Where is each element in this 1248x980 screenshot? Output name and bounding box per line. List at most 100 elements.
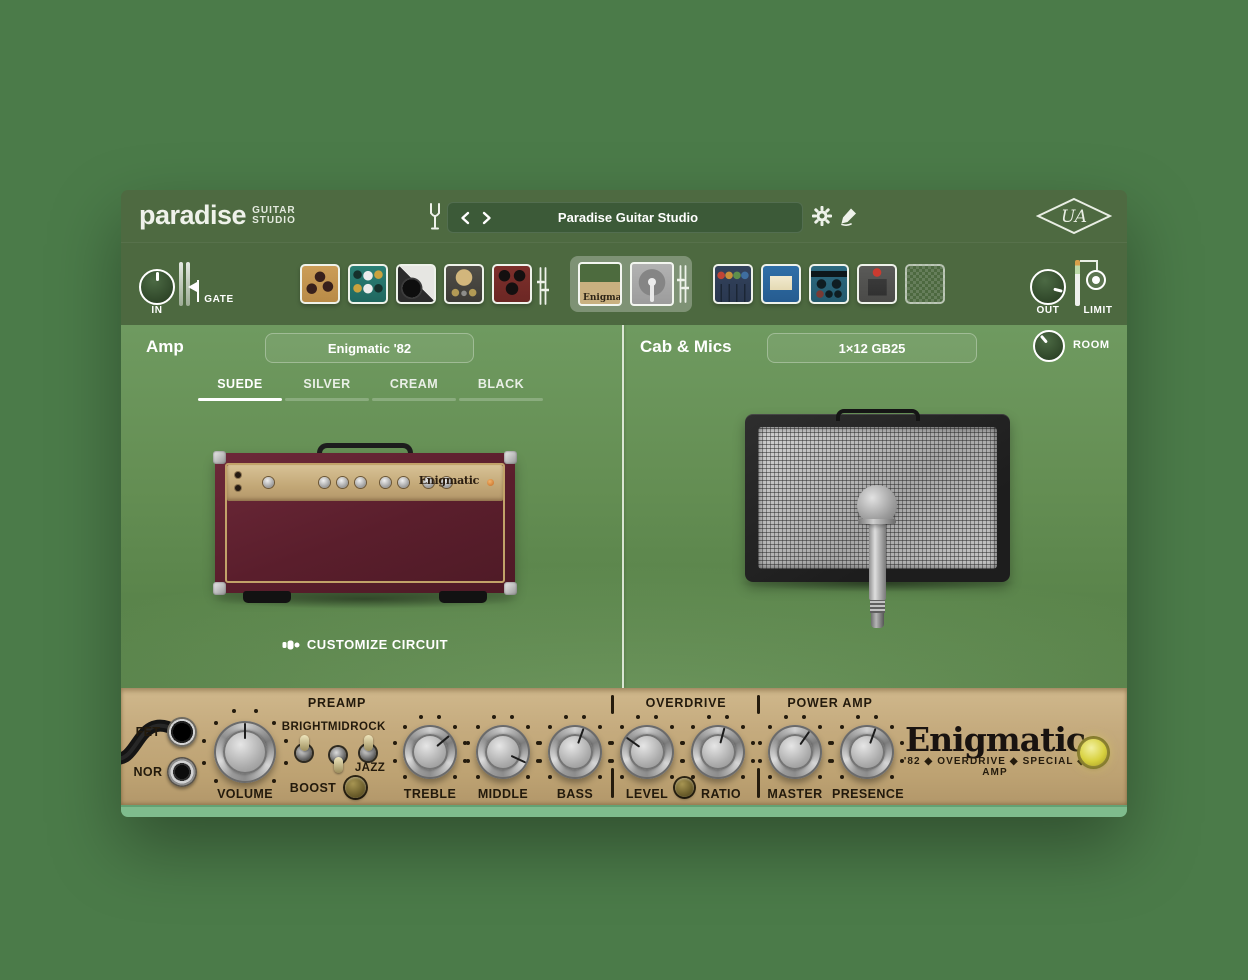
- cab-section-title: Cab & Mics: [640, 337, 732, 357]
- settings-gear-icon[interactable]: [811, 205, 833, 227]
- rack-slot-delay-icon[interactable]: [809, 264, 849, 304]
- preset-next-button[interactable]: [476, 203, 498, 232]
- knob-scale-dots: [501, 750, 505, 754]
- preset-prev-button[interactable]: [454, 203, 476, 232]
- input-meter-left: [179, 262, 183, 306]
- limit-label: LIMIT: [1076, 305, 1120, 316]
- cab-mic-slot-icon[interactable]: [630, 262, 674, 306]
- middle-label: MIDDLE: [463, 787, 543, 801]
- bass-label: BASS: [535, 787, 615, 801]
- amp-foot: [439, 591, 487, 603]
- rock-label: ROCK: [345, 721, 391, 733]
- amp-foot: [243, 591, 291, 603]
- ua-logo: UA: [1036, 197, 1112, 235]
- fet-input-jack[interactable]: [167, 717, 197, 747]
- limit-connector-line: [1080, 260, 1098, 270]
- tab-black[interactable]: BLACK: [459, 377, 543, 391]
- amp-graphic-knob: [398, 477, 409, 488]
- cab-model-dropdown[interactable]: 1×12 GB25: [767, 333, 977, 363]
- signal-chain-strip: IN GATE Enigmatic: [121, 242, 1127, 325]
- section-divider-bar: [757, 695, 760, 714]
- limit-button[interactable]: [1086, 270, 1106, 290]
- bright-switch[interactable]: [293, 734, 315, 772]
- amp-block-selected[interactable]: Enigmatic: [570, 256, 692, 312]
- amp-head-graphic[interactable]: Enigmatic: [215, 443, 515, 607]
- rack-slot-reverb-icon[interactable]: [857, 264, 897, 304]
- bottom-shelf: [121, 805, 1127, 817]
- preset-name: Paradise Guitar Studio: [498, 210, 802, 225]
- amp-graphic-jack: [235, 472, 241, 478]
- volume-label: VOLUME: [205, 787, 285, 801]
- rack-slot-eq-icon[interactable]: [713, 264, 753, 304]
- tuner-icon[interactable]: [427, 202, 443, 232]
- tab-suede[interactable]: SUEDE: [198, 377, 282, 391]
- nor-input-label: NOR: [127, 765, 169, 779]
- main-area: Amp Enigmatic '82 SUEDE SILVER CREAM BLA…: [121, 325, 1127, 688]
- mid-switch[interactable]: [327, 736, 349, 774]
- amp-model-dropdown[interactable]: Enigmatic '82: [265, 333, 474, 363]
- pedal-slot-red-distortion-icon[interactable]: [492, 264, 532, 304]
- pedal-slot-tan-fuzz-icon[interactable]: [300, 264, 340, 304]
- metal-corner: [213, 582, 226, 595]
- fader-divider-icon: [537, 266, 549, 306]
- chevron-left-icon: [460, 211, 470, 225]
- knob-scale-dots: [573, 750, 577, 754]
- amp-fader-icon: [677, 264, 689, 304]
- tab-cream[interactable]: CREAM: [372, 377, 456, 391]
- gate-label: GATE: [201, 294, 237, 305]
- amp-graphic-lamp: [487, 479, 494, 486]
- fet-input-label: FET: [127, 725, 169, 739]
- tab-silver[interactable]: SILVER: [285, 377, 369, 391]
- amp-graphic-panel: Enigmatic: [227, 465, 503, 501]
- jazz-label: JAZZ: [347, 762, 393, 774]
- desktop-background: paradise GUITAR STUDIO Paradise Guitar: [0, 0, 1248, 980]
- metal-corner: [504, 451, 517, 464]
- tube-icon: [282, 639, 300, 651]
- knob-pointer: [1028, 267, 1067, 306]
- knob-scale-dots: [793, 750, 797, 754]
- amp-head-slot-icon[interactable]: Enigmatic: [578, 262, 622, 306]
- section-divider: [622, 325, 624, 688]
- pedal-slot-teal-multi-icon[interactable]: [348, 264, 388, 304]
- mic-body: [869, 524, 886, 600]
- rack-slot-empty[interactable]: [905, 264, 945, 304]
- room-knob[interactable]: [1033, 330, 1065, 362]
- knob-pointer: [1029, 326, 1068, 365]
- section-divider-bar: [611, 695, 614, 714]
- app-logo: paradise GUITAR STUDIO: [139, 200, 296, 230]
- knob-pointer: [141, 271, 173, 303]
- nor-input-jack[interactable]: [167, 757, 197, 787]
- amp-control-panel: FET NOR VOLUME PREAMP BRIGHT MID ROCK JA…: [121, 688, 1127, 805]
- knob-scale-dots: [716, 750, 720, 754]
- pedal-slot-wah-icon[interactable]: [396, 264, 436, 304]
- amp-graphic-knob: [337, 477, 348, 488]
- app-logo-subtext: GUITAR STUDIO: [252, 206, 296, 226]
- overdrive-section-label: OVERDRIVE: [636, 696, 736, 710]
- boost-label: BOOST: [285, 781, 341, 795]
- output-label: OUT: [1030, 305, 1066, 316]
- mic-rings: [870, 600, 885, 613]
- input-label: IN: [142, 305, 172, 316]
- edit-pencil-icon[interactable]: [838, 205, 860, 227]
- metal-corner: [213, 451, 226, 464]
- knob-scale-dots: [645, 750, 649, 754]
- mic-capsule[interactable]: [857, 485, 897, 525]
- app-logo-text: paradise: [139, 200, 246, 230]
- amp-graphic-knob: [355, 477, 366, 488]
- amp-slot-brand-text: Enigmatic: [583, 293, 622, 303]
- preset-bar[interactable]: Paradise Guitar Studio: [447, 202, 803, 233]
- customize-circuit-button[interactable]: CUSTOMIZE CIRCUIT: [215, 637, 515, 652]
- header-bar: paradise GUITAR STUDIO Paradise Guitar: [121, 190, 1127, 243]
- panel-brand-logo: Enigmatic: [895, 720, 1095, 759]
- cab-graphic[interactable]: [745, 408, 1010, 588]
- boost-button[interactable]: [345, 777, 366, 798]
- metal-corner: [504, 582, 517, 595]
- amp-graphic-knob: [380, 477, 391, 488]
- amp-graphic-knob: [319, 477, 330, 488]
- pedal-slot-gray-phaser-icon[interactable]: [444, 264, 484, 304]
- svg-text:UA: UA: [1061, 207, 1087, 227]
- preamp-section-label: PREAMP: [287, 696, 387, 710]
- rack-slot-compressor-icon[interactable]: [761, 264, 801, 304]
- output-gain-knob[interactable]: [1030, 269, 1066, 305]
- input-gain-knob[interactable]: [139, 269, 175, 305]
